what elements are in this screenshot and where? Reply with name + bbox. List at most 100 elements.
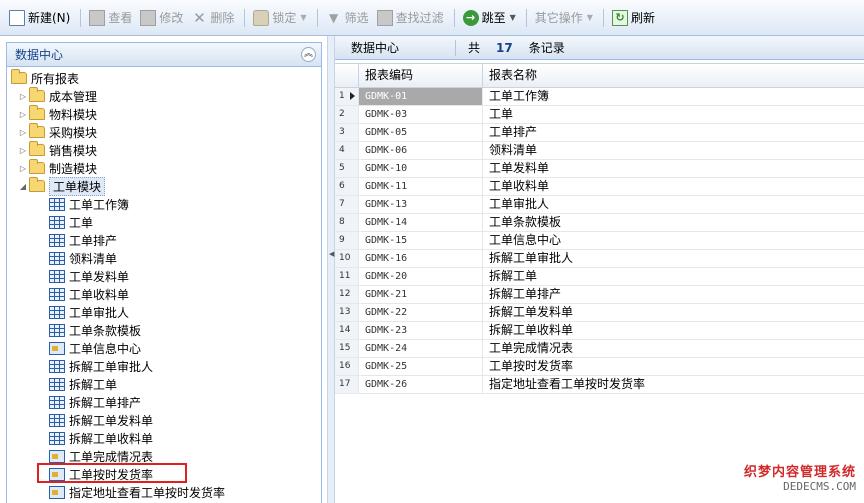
cell-report-code[interactable]: GDMK-24 bbox=[359, 340, 483, 357]
lock-button[interactable]: 锁定 ▼ bbox=[250, 7, 309, 29]
cell-report-name[interactable]: 工单条款模板 bbox=[483, 214, 864, 231]
tree-node-report[interactable]: 指定地址查看工单按时发货率 bbox=[49, 483, 225, 501]
cell-report-name[interactable]: 工单信息中心 bbox=[483, 232, 864, 249]
cell-report-name[interactable]: 拆解工单收料单 bbox=[483, 322, 864, 339]
cell-report-code[interactable]: GDMK-05 bbox=[359, 124, 483, 141]
cell-report-code[interactable]: GDMK-16 bbox=[359, 250, 483, 267]
table-row[interactable]: 7 GDMK-13 工单审批人 bbox=[335, 196, 864, 214]
cell-report-code[interactable]: GDMK-14 bbox=[359, 214, 483, 231]
tree-node-module[interactable]: ▷ 成本管理 bbox=[17, 87, 97, 105]
table-row[interactable]: 14 GDMK-23 拆解工单收料单 bbox=[335, 322, 864, 340]
tree-node-report[interactable]: 领料清单 bbox=[49, 249, 117, 267]
table-row[interactable]: 6 GDMK-11 工单收料单 bbox=[335, 178, 864, 196]
table-row[interactable]: 3 GDMK-05 工单排产 bbox=[335, 124, 864, 142]
tree-node-module[interactable]: ▷ 制造模块 bbox=[17, 159, 97, 177]
edit-button[interactable]: 修改 bbox=[137, 7, 186, 29]
tree-node-module[interactable]: ▷ 销售模块 bbox=[17, 141, 97, 159]
tree-node-report[interactable]: 工单 bbox=[49, 213, 93, 231]
cell-report-name[interactable]: 拆解工单发料单 bbox=[483, 304, 864, 321]
tree-node-report[interactable]: 工单发料单 bbox=[49, 267, 129, 285]
tree-node-module-selected[interactable]: ◢ 工单模块 bbox=[17, 176, 106, 196]
expand-arrow-icon[interactable]: ▷ bbox=[17, 110, 29, 119]
cell-report-name[interactable]: 工单完成情况表 bbox=[483, 340, 864, 357]
filter-button[interactable]: ▼ 筛选 bbox=[323, 7, 372, 29]
table-row[interactable]: 1 GDMK-01 工单工作簿 bbox=[335, 88, 864, 106]
cell-report-code[interactable]: GDMK-21 bbox=[359, 286, 483, 303]
panel-splitter[interactable]: ◀ bbox=[327, 36, 335, 503]
tree-node-report[interactable]: 工单收料单 bbox=[49, 285, 129, 303]
cell-report-name[interactable]: 工单审批人 bbox=[483, 196, 864, 213]
column-header-code[interactable]: 报表编码 bbox=[359, 64, 483, 87]
tree-node-report[interactable]: 拆解工单排产 bbox=[49, 393, 141, 411]
tree-node-report[interactable]: 工单排产 bbox=[49, 231, 117, 249]
cell-report-code[interactable]: GDMK-26 bbox=[359, 376, 483, 393]
expand-arrow-icon[interactable]: ▷ bbox=[17, 146, 29, 155]
refresh-button[interactable]: ↻ 刷新 bbox=[609, 7, 658, 29]
tree-node-report[interactable]: 工单审批人 bbox=[49, 303, 129, 321]
cell-report-code[interactable]: GDMK-20 bbox=[359, 268, 483, 285]
view-button[interactable]: 查看 bbox=[86, 7, 135, 29]
tree-node-report[interactable]: 拆解工单收料单 bbox=[49, 429, 153, 447]
cell-report-name[interactable]: 工单按时发货率 bbox=[483, 358, 864, 375]
cell-report-name[interactable]: 拆解工单审批人 bbox=[483, 250, 864, 267]
cell-report-code[interactable]: GDMK-22 bbox=[359, 304, 483, 321]
tree-node-module[interactable]: ▷ 采购模块 bbox=[17, 123, 97, 141]
cell-report-code[interactable]: GDMK-01 bbox=[359, 88, 483, 105]
table-row[interactable]: 8 GDMK-14 工单条款模板 bbox=[335, 214, 864, 232]
cell-report-code[interactable]: GDMK-13 bbox=[359, 196, 483, 213]
cell-report-name[interactable]: 领料清单 bbox=[483, 142, 864, 159]
table-row[interactable]: 13 GDMK-22 拆解工单发料单 bbox=[335, 304, 864, 322]
cell-report-name[interactable]: 工单工作簿 bbox=[483, 88, 864, 105]
collapse-left-icon[interactable]: ◀ bbox=[329, 250, 334, 258]
tree-node-root[interactable]: 所有报表 bbox=[11, 69, 79, 87]
cell-report-name[interactable]: 工单收料单 bbox=[483, 178, 864, 195]
toolbar-divider bbox=[525, 8, 527, 27]
tree-node-report[interactable]: 拆解工单 bbox=[49, 375, 117, 393]
collapse-arrow-icon[interactable]: ◢ bbox=[17, 182, 29, 191]
cell-report-name[interactable]: 拆解工单 bbox=[483, 268, 864, 285]
other-ops-button[interactable]: 其它操作 ▼ bbox=[532, 7, 596, 29]
cell-report-name[interactable]: 工单 bbox=[483, 106, 864, 123]
tree-node-report[interactable]: 拆解工单发料单 bbox=[49, 411, 153, 429]
cell-report-code[interactable]: GDMK-10 bbox=[359, 160, 483, 177]
delete-button[interactable]: ✕ 删除 bbox=[188, 7, 237, 29]
table-row[interactable]: 10 GDMK-16 拆解工单审批人 bbox=[335, 250, 864, 268]
cell-report-name[interactable]: 工单排产 bbox=[483, 124, 864, 141]
tree-node-label: 拆解工单审批人 bbox=[69, 359, 154, 374]
cell-report-code[interactable]: GDMK-15 bbox=[359, 232, 483, 249]
watermark: 织梦内容管理系统 DEDECMS.COM bbox=[744, 461, 856, 493]
table-row[interactable]: 2 GDMK-03 工单 bbox=[335, 106, 864, 124]
expand-arrow-icon[interactable]: ▷ bbox=[17, 92, 29, 101]
table-row[interactable]: 9 GDMK-15 工单信息中心 bbox=[335, 232, 864, 250]
cell-report-code[interactable]: GDMK-06 bbox=[359, 142, 483, 159]
goto-button[interactable]: → 跳至 ▼ bbox=[460, 7, 519, 29]
cell-report-name[interactable]: 指定地址查看工单按时发货率 bbox=[483, 376, 864, 393]
table-row[interactable]: 4 GDMK-06 领料清单 bbox=[335, 142, 864, 160]
expand-arrow-icon[interactable]: ▷ bbox=[17, 128, 29, 137]
cell-report-name[interactable]: 工单发料单 bbox=[483, 160, 864, 177]
table-row[interactable]: 16 GDMK-25 工单按时发货率 bbox=[335, 358, 864, 376]
cell-report-name[interactable]: 拆解工单排产 bbox=[483, 286, 864, 303]
cell-report-code[interactable]: GDMK-23 bbox=[359, 322, 483, 339]
search-filter-button[interactable]: 查找过滤 bbox=[374, 7, 447, 29]
expand-arrow-icon[interactable]: ▷ bbox=[17, 164, 29, 173]
table-row[interactable]: 11 GDMK-20 拆解工单 bbox=[335, 268, 864, 286]
new-button[interactable]: 新建(N) bbox=[6, 7, 73, 29]
table-row[interactable]: 12 GDMK-21 拆解工单排产 bbox=[335, 286, 864, 304]
tree-node-report[interactable]: 工单信息中心 bbox=[49, 339, 141, 357]
table-row[interactable]: 17 GDMK-26 指定地址查看工单按时发货率 bbox=[335, 376, 864, 394]
tree-node-report[interactable]: 工单工作簿 bbox=[49, 195, 129, 213]
cell-report-code[interactable]: GDMK-11 bbox=[359, 178, 483, 195]
tree-node-report[interactable]: 工单条款模板 bbox=[49, 321, 141, 339]
table-row[interactable]: 15 GDMK-24 工单完成情况表 bbox=[335, 340, 864, 358]
cell-report-code[interactable]: GDMK-25 bbox=[359, 358, 483, 375]
tree-node-label: 工单工作簿 bbox=[69, 197, 130, 212]
tree-node-report[interactable]: 拆解工单审批人 bbox=[49, 357, 153, 375]
goto-icon: → bbox=[462, 9, 479, 26]
column-header-name[interactable]: 报表名称 bbox=[483, 64, 864, 87]
cell-report-code[interactable]: GDMK-03 bbox=[359, 106, 483, 123]
row-number-text: 7 bbox=[339, 199, 345, 209]
table-row[interactable]: 5 GDMK-10 工单发料单 bbox=[335, 160, 864, 178]
collapse-panel-icon[interactable]: ︽ bbox=[301, 47, 316, 62]
tree-node-module[interactable]: ▷ 物料模块 bbox=[17, 105, 97, 123]
